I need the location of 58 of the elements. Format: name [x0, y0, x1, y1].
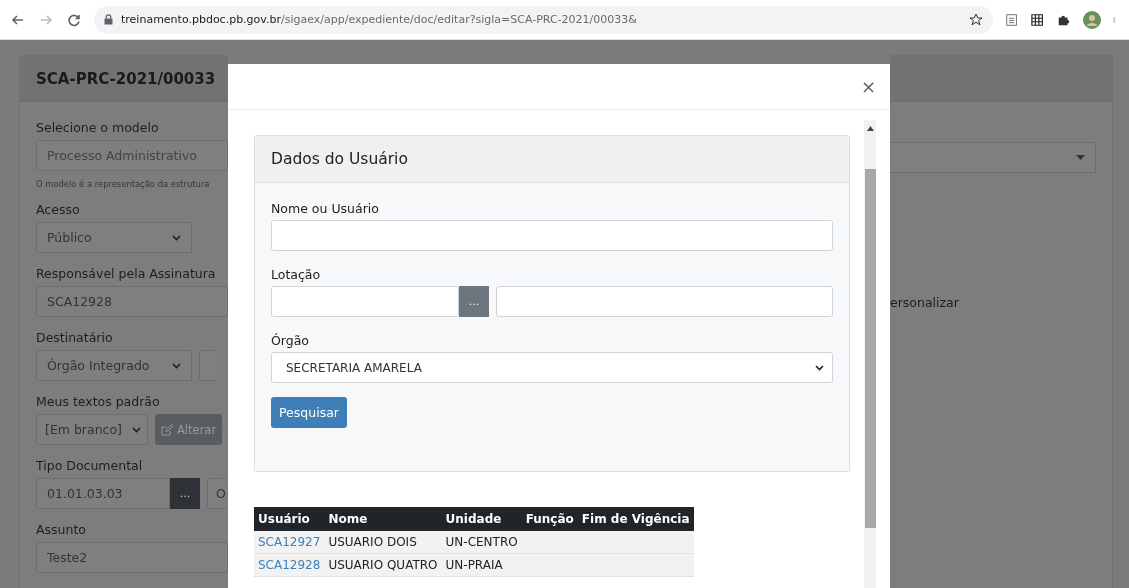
- chevron-down-icon: [815, 364, 824, 371]
- field-label: Destinatário: [36, 330, 114, 345]
- grid-icon[interactable]: [1031, 11, 1045, 28]
- browse-button[interactable]: ...: [459, 286, 489, 317]
- select-field[interactable]: [890, 142, 1096, 173]
- user-link[interactable]: SCA12927: [258, 535, 321, 549]
- texts-select[interactable]: [Em branco]: [36, 414, 148, 445]
- field-label: Meus textos padrão: [36, 394, 161, 409]
- option-label: ersonalizar: [890, 295, 960, 310]
- field-label: Órgão: [271, 333, 310, 348]
- star-icon[interactable]: [969, 12, 983, 27]
- browse-button[interactable]: ...: [170, 478, 200, 509]
- chevron-down-icon: [132, 426, 141, 433]
- user-link[interactable]: SCA12928: [258, 558, 321, 572]
- search-button[interactable]: Pesquisar: [271, 397, 347, 428]
- card-title: Dados do Usuário: [255, 136, 849, 183]
- address-bar[interactable]: treinamento.pbdoc.pb.gov.br/sigaex/app/expediente/doc/editar?sigla=SCA-PRC-2021/00033&: [94, 5, 993, 34]
- chevron-down-icon: [172, 362, 181, 369]
- column-header: Unidade: [441, 507, 522, 531]
- field-label: Lotação: [271, 267, 322, 282]
- field-label: Nome ou Usuário: [271, 201, 380, 216]
- doctype-description-field[interactable]: O: [207, 478, 227, 509]
- field-label: Assunto: [36, 522, 87, 537]
- lock-icon: [104, 14, 113, 25]
- chevron-down-icon: [172, 234, 181, 241]
- access-select[interactable]: Público: [36, 222, 192, 253]
- avatar-icon[interactable]: [1083, 10, 1101, 29]
- edit-button[interactable]: Alterar: [155, 414, 223, 445]
- scroll-up-icon[interactable]: [866, 126, 874, 131]
- table-cell: UN-CENTRO: [441, 531, 522, 554]
- subject-field[interactable]: Teste2: [36, 542, 228, 573]
- column-header: Nome: [324, 507, 442, 531]
- column-header: Usuário: [254, 507, 325, 531]
- table-cell: USUARIO QUATRO: [324, 553, 442, 577]
- field-label: Selecione o modelo: [36, 120, 160, 135]
- edit-icon: [161, 423, 173, 436]
- reader-icon[interactable]: [1005, 11, 1019, 28]
- caret-icon: [1076, 155, 1085, 160]
- doctype-field[interactable]: 01.01.03.03: [36, 478, 170, 509]
- field-label: Responsável pela Assinatura: [36, 266, 217, 281]
- url-host: treinamento.pbdoc.pb.gov.br: [121, 13, 281, 26]
- column-header: Fim de Vigência: [577, 507, 694, 531]
- model-select[interactable]: Processo Administrativo: [36, 140, 228, 171]
- table-cell: USUARIO DOIS: [324, 531, 442, 554]
- column-header: Função: [521, 507, 578, 531]
- signer-field[interactable]: SCA12928: [36, 286, 228, 317]
- field-label: Acesso: [36, 202, 81, 217]
- close-button[interactable]: ×: [860, 77, 876, 96]
- org-select[interactable]: SECRETARIA AMARELA: [271, 352, 833, 383]
- unit-name-input[interactable]: [496, 286, 833, 317]
- url-path: /sigaex/app/expediente/doc/editar?sigla=SCA-PRC-2021/00033&: [281, 13, 637, 26]
- name-input[interactable]: [271, 220, 833, 251]
- document-title: SCA-PRC-2021/00033: [36, 69, 216, 88]
- field-label: Tipo Documental: [36, 458, 144, 473]
- recipient-select[interactable]: Órgão Integrado: [36, 350, 192, 381]
- scrollbar-thumb[interactable]: [864, 169, 876, 528]
- unit-code-input[interactable]: [271, 286, 459, 317]
- scrollbar[interactable]: [864, 120, 876, 588]
